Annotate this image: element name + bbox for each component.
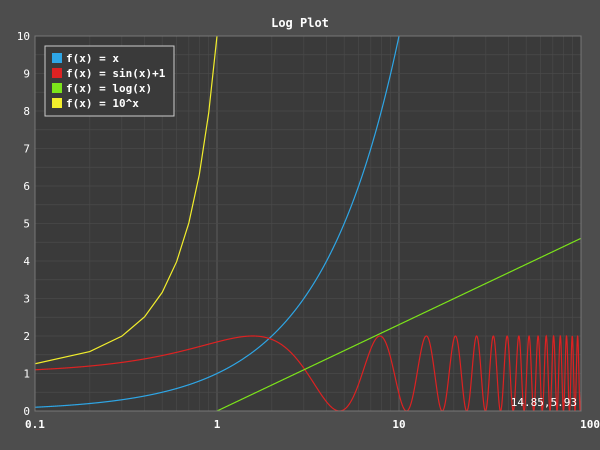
- y-tick-label: 0: [23, 405, 30, 418]
- y-tick-label: 10: [17, 30, 30, 43]
- legend-swatch: [52, 68, 62, 78]
- legend-label: f(x) = sin(x)+1: [66, 67, 166, 80]
- x-tick-label: 1: [214, 418, 221, 431]
- y-tick-label: 9: [23, 68, 30, 81]
- x-tick-label: 0.1: [25, 418, 45, 431]
- chart-title: Log Plot: [271, 16, 329, 30]
- x-tick-label: 10: [392, 418, 405, 431]
- y-tick-label: 7: [23, 143, 30, 156]
- chart: Log Plot 0 1 2 3 4 5 6 7 8 9 10 0.1 1 10 100 f(x) = x…: [17, 16, 600, 431]
- coordinate-readout: 14.85,5.93: [511, 396, 577, 409]
- legend-swatch: [52, 83, 62, 93]
- legend-label: f(x) = 10^x: [66, 97, 139, 110]
- legend-swatch: [52, 53, 62, 63]
- y-tick-label: 4: [23, 255, 30, 268]
- y-axis-ticks: 0 1 2 3 4 5 6 7 8 9 10: [17, 30, 31, 418]
- legend-label: f(x) = x: [66, 52, 119, 65]
- x-axis-ticks: 0.1 1 10 100: [25, 418, 600, 431]
- legend-label: f(x) = log(x): [66, 82, 152, 95]
- legend: f(x) = x f(x) = sin(x)+1 f(x) = log(x) f(x)…: [44, 45, 175, 117]
- y-tick-label: 3: [23, 293, 30, 306]
- legend-swatch: [52, 98, 62, 108]
- x-tick-label: 100: [580, 418, 600, 431]
- y-tick-label: 5: [23, 218, 30, 231]
- y-tick-label: 6: [23, 180, 30, 193]
- y-tick-label: 1: [23, 368, 30, 381]
- y-tick-label: 8: [23, 105, 30, 118]
- y-tick-label: 2: [23, 330, 30, 343]
